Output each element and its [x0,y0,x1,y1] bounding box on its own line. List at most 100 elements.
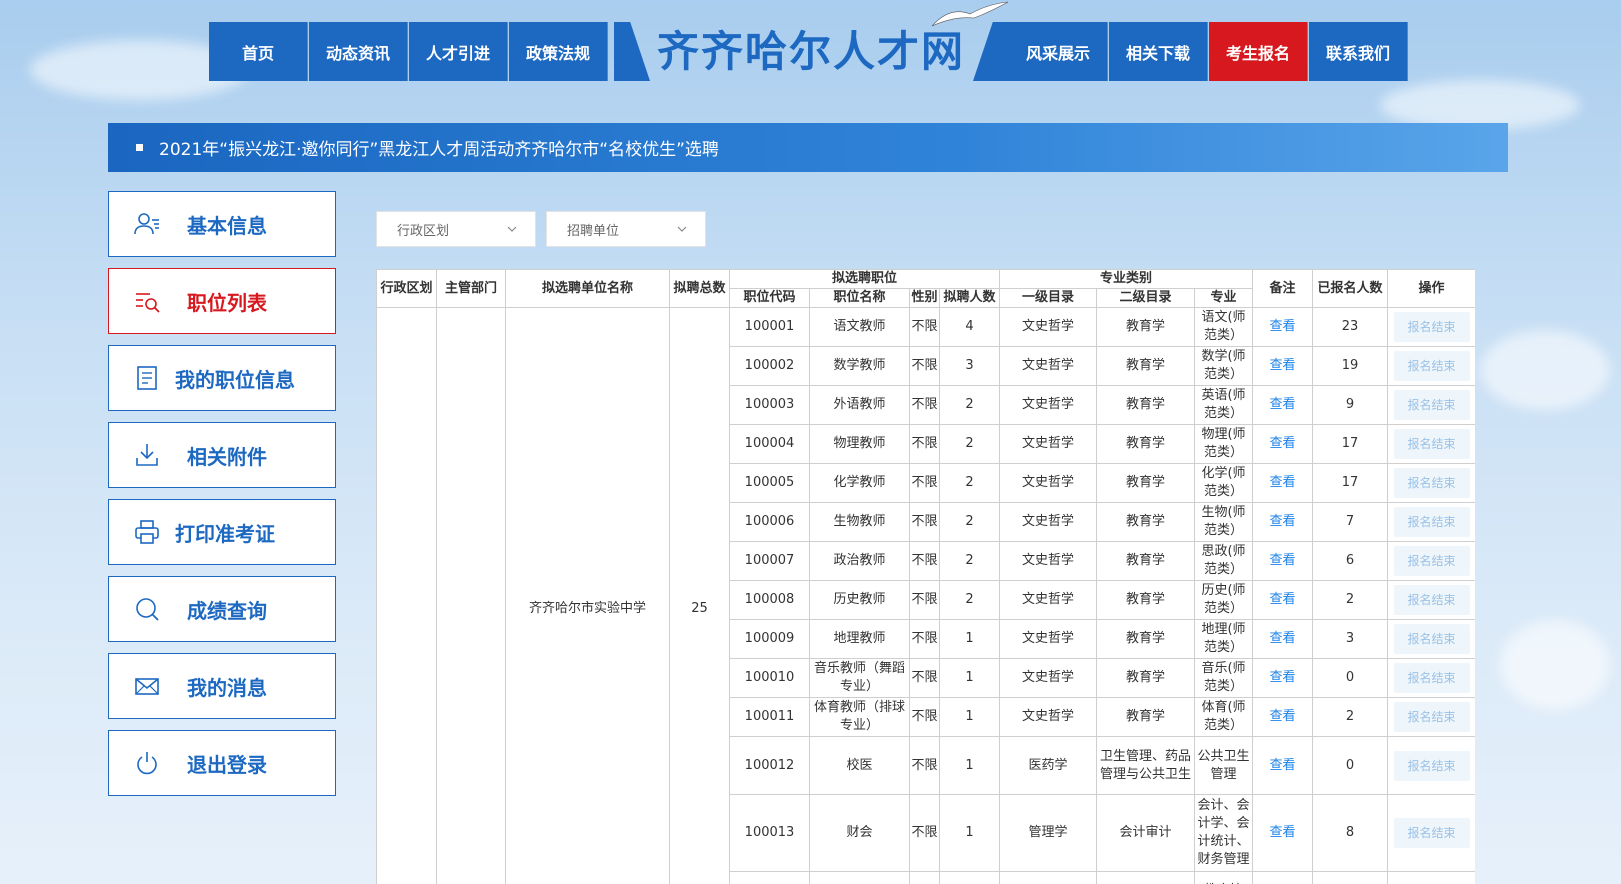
nav-item-downloads[interactable]: 相关下载 [1109,22,1208,81]
registration-ended-button[interactable]: 报名结束 [1393,312,1470,342]
view-link[interactable]: 查看 [1270,631,1296,646]
view-link[interactable]: 查看 [1270,358,1296,373]
cloud [1500,620,1610,710]
nav-item-policy[interactable]: 政策法规 [509,22,608,81]
view-link[interactable]: 查看 [1270,436,1296,451]
header-major-group: 专业类别 [999,269,1254,289]
nav-item-register[interactable]: 考生报名 [1209,22,1308,81]
note-cell: 查看 [1252,424,1314,464]
level1-cell: 文史哲学 [999,697,1098,737]
registration-ended-button[interactable]: 报名结束 [1393,624,1470,654]
gender-cell: 不限 [909,424,940,464]
nav-item-home[interactable]: 首页 [209,22,308,81]
hire-count-cell: 1 [938,794,1001,872]
view-link[interactable]: 查看 [1270,592,1296,607]
region-select[interactable]: 行政区划 [376,211,536,247]
sidebar-item-messages[interactable]: 我的消息 [108,653,336,719]
position-name-cell: 物理教师 [809,424,910,464]
level1-cell: 文史哲学 [999,580,1098,620]
hire-count-cell: 2 [938,502,1001,542]
view-link[interactable]: 查看 [1270,825,1296,840]
view-link[interactable]: 查看 [1270,514,1296,529]
table-row: 齐齐哈尔市实验中学 25 100001 语文教师 不限 4 文史哲学 教育学 语文(师范类） 查看… [376,307,1475,884]
header-action: 操作 [1387,269,1475,308]
header-applied: 已报名人数 [1312,269,1389,308]
sidebar-item-label: 我的消息 [187,675,267,700]
header-dept: 主管部门 [436,269,506,308]
view-link[interactable]: 查看 [1270,397,1296,412]
view-link[interactable]: 查看 [1270,475,1296,490]
level2-cell: 教育学 [1096,307,1196,347]
registration-ended-button[interactable]: 报名结束 [1393,351,1470,381]
nav-item-contact[interactable]: 联系我们 [1309,22,1408,81]
view-link[interactable]: 查看 [1270,670,1296,685]
user-icon [134,213,159,235]
level2-cell: 教育学 [1096,658,1196,698]
header-region: 行政区划 [376,269,437,308]
hire-count-cell [938,871,1001,884]
sidebar-item-position-list[interactable]: 职位列表 [108,268,336,334]
registration-ended-button[interactable]: 报名结束 [1393,546,1470,576]
note-cell: 查看 [1252,346,1314,386]
note-cell: 查看 [1252,463,1314,503]
position-name-cell: 体育教师（排球专业） [809,697,910,737]
note-cell: 查看 [1252,794,1314,872]
sidebar-item-label: 成绩查询 [187,598,267,623]
action-cell: 报名结束 [1387,541,1475,581]
unit-select[interactable]: 招聘单位 [546,211,706,247]
level2-cell: 教育学 [1096,424,1196,464]
registration-ended-button[interactable]: 报名结束 [1393,702,1470,732]
header-level1: 一级目录 [999,288,1098,308]
registration-ended-button[interactable]: 报名结束 [1393,468,1470,498]
view-link[interactable]: 查看 [1270,553,1296,568]
level1-cell: 文史哲学 [999,424,1098,464]
registration-ended-button[interactable]: 报名结束 [1393,818,1470,848]
nav-item-showcase[interactable]: 风采展示 [1009,22,1108,81]
hire-count-cell: 2 [938,424,1001,464]
level1-cell: 文史哲学 [999,658,1098,698]
position-table-container[interactable]: 行政区划 主管部门 拟选聘单位名称 拟聘总数 拟选聘职位 专业类别 备注 已报名… [376,269,1475,884]
view-link[interactable]: 查看 [1270,319,1296,334]
level2-cell: 教育学 [1096,502,1196,542]
registration-ended-button[interactable]: 报名结束 [1393,507,1470,537]
position-code-cell: 100003 [729,385,810,425]
view-link[interactable]: 查看 [1270,709,1296,724]
sidebar-item-logout[interactable]: 退出登录 [108,730,336,796]
note-cell: 查看 [1252,541,1314,581]
applied-count-cell: 17 [1312,463,1389,503]
registration-ended-button[interactable]: 报名结束 [1393,663,1470,693]
level2-cell: 会计审计 [1096,794,1196,872]
gender-cell: 不限 [909,736,940,795]
note-cell: 查看 [1252,307,1314,347]
sidebar-item-attachments[interactable]: 相关附件 [108,422,336,488]
major-cell: 会计、会计学、会计统计、财务管理 [1194,794,1254,872]
registration-ended-button[interactable]: 报名结束 [1393,585,1470,615]
major-cell: 物理(师范类） [1194,424,1254,464]
view-link[interactable]: 查看 [1270,758,1296,773]
printer-icon [135,520,159,544]
position-code-cell: 100012 [729,736,810,795]
level1-cell: 文史哲学 [999,502,1098,542]
action-cell: 报名结束 [1387,697,1475,737]
applied-count-cell: 7 [1312,502,1389,542]
position-code-cell: 100011 [729,697,810,737]
note-cell: 查看 [1252,697,1314,737]
header-note: 备注 [1252,269,1314,308]
nav-item-news[interactable]: 动态资讯 [309,22,408,81]
sidebar-item-print-admission[interactable]: 打印准考证 [108,499,336,565]
registration-ended-button[interactable]: 报名结束 [1393,390,1470,420]
action-cell: 报名结束 [1387,736,1475,795]
registration-ended-button[interactable]: 报名结束 [1393,429,1470,459]
registration-ended-button[interactable]: 报名结束 [1393,750,1470,781]
unit-select-value: 招聘单位 [567,223,620,239]
sidebar-item-score-query[interactable]: 成绩查询 [108,576,336,642]
level1-cell [999,871,1098,884]
nav-item-talent[interactable]: 人才引进 [409,22,508,81]
crane-icon [931,1,1009,27]
sidebar-item-my-position[interactable]: 我的职位信息 [108,345,336,411]
major-cell: 公共卫生管理 [1194,736,1254,795]
major-cell: 教育管 [1194,871,1254,884]
position-code-cell: 100009 [729,619,810,659]
sidebar-item-basic-info[interactable]: 基本信息 [108,191,336,257]
hire-count-cell: 2 [938,541,1001,581]
